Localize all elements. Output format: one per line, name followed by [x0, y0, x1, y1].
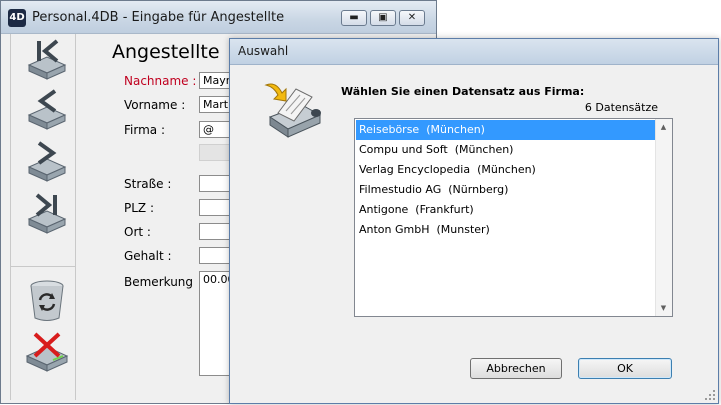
list-item[interactable]: Compu und Soft (München) — [356, 140, 656, 160]
nachname-label: Nachname : — [124, 74, 197, 88]
record-listbox[interactable]: Reisebörse (München) Compu und Soft (Mün… — [354, 118, 673, 317]
gehalt-label: Gehalt : — [124, 249, 172, 263]
next-record-icon[interactable] — [25, 139, 69, 185]
main-window-title: Personal.4DB - Eingabe für Angestellte — [32, 10, 285, 25]
list-items: Reisebörse (München) Compu und Soft (Mün… — [356, 120, 656, 240]
scroll-up-icon[interactable]: ▲ — [656, 119, 671, 135]
app-icon: 4D — [8, 9, 26, 27]
delete-record-icon[interactable] — [25, 330, 69, 376]
form-title: Angestellte — [112, 41, 220, 63]
list-item[interactable]: Anton GmbH (Munster) — [356, 220, 656, 240]
nav-separator — [11, 266, 75, 267]
list-item[interactable]: Antigone (Frankfurt) — [356, 200, 656, 220]
minimize-button[interactable]: ▬ — [341, 10, 367, 26]
scroll-down-icon[interactable]: ▼ — [656, 300, 671, 316]
list-item[interactable]: Verlag Encyclopedia (München) — [356, 160, 656, 180]
strasse-label: Straße : — [124, 177, 172, 191]
dialog-titlebar[interactable]: Auswahl — [230, 39, 718, 65]
bemerkung-label: Bemerkung — [124, 275, 194, 289]
previous-record-icon[interactable] — [25, 87, 69, 133]
firma-label: Firma : — [124, 123, 165, 137]
close-button[interactable]: ✕ — [399, 10, 425, 26]
main-titlebar[interactable]: 4D Personal.4DB - Eingabe für Angestellt… — [1, 1, 436, 34]
record-navigation — [10, 34, 76, 400]
first-record-icon[interactable] — [25, 37, 69, 83]
list-item[interactable]: Filmestudio AG (Nürnberg) — [356, 180, 656, 200]
list-item-selected[interactable]: Reisebörse (München) — [356, 120, 656, 140]
trash-icon[interactable] — [25, 278, 69, 324]
maximize-button[interactable]: ▣ — [370, 10, 396, 26]
selection-dialog: Auswahl Wählen Sie einen Datensatz aus F… — [229, 38, 719, 404]
ok-button[interactable]: OK — [578, 358, 672, 379]
list-scrollbar[interactable]: ▲ ▼ — [655, 119, 672, 316]
dialog-prompt: Wählen Sie einen Datensatz aus Firma: — [341, 85, 585, 98]
printer-paper-icon — [264, 83, 322, 138]
dialog-title: Auswahl — [238, 44, 289, 58]
plz-label: PLZ : — [124, 201, 154, 215]
cancel-button[interactable]: Abbrechen — [470, 358, 562, 379]
last-record-icon[interactable] — [25, 191, 69, 237]
ort-label: Ort : — [124, 225, 151, 239]
resize-grip-icon[interactable] — [704, 389, 716, 401]
record-count: 6 Datensätze — [584, 101, 658, 114]
vorname-label: Vorname : — [124, 98, 186, 112]
